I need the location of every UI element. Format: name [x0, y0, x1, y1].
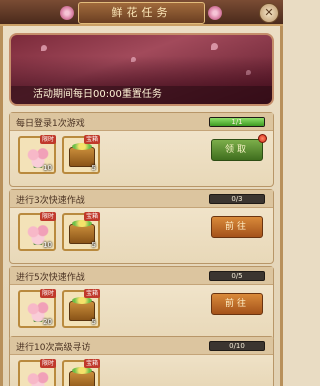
reward-tag: 宝箱: [83, 212, 100, 221]
claim-button[interactable]: 领取: [211, 139, 263, 161]
flower-decoration-icon: [60, 6, 74, 20]
reward-item[interactable]: 限时 20: [18, 289, 56, 328]
reset-notice: 活动期间每日00:00重置任务: [11, 86, 272, 104]
task-progress-bar: 0/3: [209, 194, 265, 204]
reward-item[interactable]: 限时 10: [18, 135, 56, 174]
close-icon[interactable]: ✕: [259, 3, 279, 23]
reward-count: 5: [91, 318, 96, 326]
flower-icon: [26, 370, 50, 386]
reward-tag: 宝箱: [83, 135, 100, 144]
reward-tag: 宝箱: [83, 289, 100, 298]
banner-scenery: [11, 56, 272, 86]
task-name: 进行5次快速作战: [16, 273, 85, 283]
reward-count: 10: [43, 241, 52, 249]
reward-item[interactable]: 宝箱 5: [62, 135, 100, 174]
reward-count: 5: [91, 164, 96, 172]
reward-tag: 限时: [39, 289, 56, 298]
petal-icon: [41, 45, 47, 51]
task-name: 每日登录1次游戏: [16, 119, 85, 129]
reward-count: 5: [91, 241, 96, 249]
task-name: 进行3次快速作战: [16, 196, 85, 206]
petal-icon: [211, 43, 218, 50]
progress-text: 0/10: [229, 342, 245, 350]
progress-text: 0/3: [231, 195, 243, 203]
reward-count: 10: [43, 164, 52, 172]
progress-text: 1/1: [231, 118, 243, 126]
task-header: 每日登录1次游戏 1/1: [10, 113, 273, 131]
reward-count: 20: [43, 318, 52, 326]
reward-tag: 宝箱: [83, 359, 100, 368]
window-title: 鲜花任务: [78, 2, 205, 24]
title-bar: 鲜花任务 ✕: [0, 0, 283, 26]
treasure-chest-icon: [69, 367, 95, 386]
go-button[interactable]: 前往: [211, 216, 263, 238]
task-header: 进行10次高级寻访 0/10: [10, 337, 273, 355]
task-row: 进行10次高级寻访 0/10 限时 宝箱: [9, 336, 274, 386]
task-progress-bar: 0/5: [209, 271, 265, 281]
task-row: 每日登录1次游戏 1/1 限时 10 宝箱 5 领取: [9, 112, 274, 187]
task-progress-bar: 1/1: [209, 117, 265, 127]
task-row: 进行3次快速作战 0/3 限时 10 宝箱 5 前往: [9, 189, 274, 264]
task-name: 进行10次高级寻访: [16, 343, 91, 353]
reward-item[interactable]: 宝箱 5: [62, 212, 100, 251]
reward-item[interactable]: 限时 10: [18, 212, 56, 251]
task-header: 进行3次快速作战 0/3: [10, 190, 273, 208]
reward-item[interactable]: 限时: [18, 359, 56, 386]
reward-item[interactable]: 宝箱: [62, 359, 100, 386]
task-row: 进行5次快速作战 0/5 限时 20 宝箱 5 前往: [9, 266, 274, 341]
reward-tag: 限时: [39, 212, 56, 221]
event-banner: 活动期间每日00:00重置任务: [9, 33, 274, 106]
task-progress-bar: 0/10: [209, 341, 265, 351]
notification-dot-icon: [258, 134, 267, 143]
task-header: 进行5次快速作战 0/5: [10, 267, 273, 285]
flower-decoration-icon: [208, 6, 222, 20]
reward-item[interactable]: 宝箱 5: [62, 289, 100, 328]
reward-tag: 限时: [39, 135, 56, 144]
reward-tag: 限时: [39, 359, 56, 368]
progress-text: 0/5: [231, 272, 243, 280]
go-button[interactable]: 前往: [211, 293, 263, 315]
